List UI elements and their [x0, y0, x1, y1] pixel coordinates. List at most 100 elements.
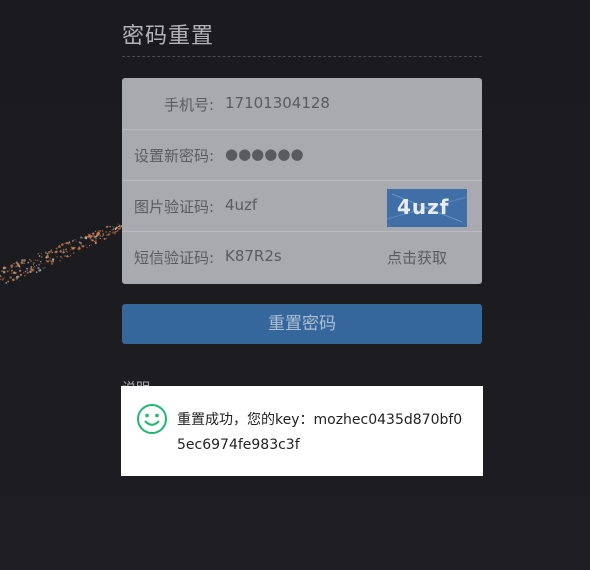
spark-particle: [19, 280, 21, 282]
spark-particle: [30, 260, 32, 262]
spark-particle: [101, 230, 104, 232]
success-toast: 重置成功，您的key：mozhec0435d870bf05ec6974fe983…: [121, 386, 483, 476]
sms-code-input[interactable]: K87R2s: [225, 247, 282, 265]
spark-particle: [36, 264, 38, 266]
spark-particle: [94, 241, 97, 244]
spark-particle: [109, 231, 111, 233]
spark-particle: [65, 248, 67, 251]
spark-particle: [22, 272, 25, 274]
new-password-input[interactable]: ●●●●●●: [225, 145, 304, 163]
spark-particle: [115, 226, 118, 229]
spark-particle: [94, 230, 97, 233]
spark-particle: [51, 251, 54, 254]
spark-particle: [41, 262, 43, 265]
spark-particle: [45, 262, 47, 264]
spark-particle: [23, 274, 26, 277]
spark-particle: [21, 259, 24, 262]
spark-particle: [86, 246, 88, 248]
smile-icon: [137, 404, 167, 434]
spark-particle: [65, 241, 68, 245]
image-captcha-row: 图片验证码: 4uzf 4uzf: [122, 180, 482, 232]
spark-particle: [12, 278, 15, 282]
spark-particle: [95, 235, 98, 238]
spark-particle: [61, 243, 64, 246]
new-password-label: 设置新密码:: [133, 147, 214, 165]
phone-input[interactable]: 17101304128: [225, 94, 330, 112]
spark-particle: [55, 247, 58, 250]
reset-form: 手机号: 17101304128 设置新密码: ●●●●●● 图片验证码: 4u…: [122, 78, 482, 284]
spark-particle: [56, 255, 58, 258]
spark-particle: [41, 253, 43, 255]
title-divider: [122, 56, 482, 57]
spark-particle: [40, 255, 43, 258]
spark-particle: [11, 269, 13, 272]
spark-particle: [46, 252, 49, 255]
sms-code-label: 短信验证码:: [133, 249, 214, 267]
spark-particle: [111, 229, 113, 231]
spark-particle: [64, 255, 66, 257]
spark-particle: [78, 247, 81, 250]
spark-particle: [60, 255, 62, 258]
spark-particle: [44, 266, 46, 269]
reset-password-button[interactable]: 重置密码: [122, 304, 482, 344]
image-captcha-label: 图片验证码:: [133, 198, 214, 216]
spark-particle: [89, 236, 92, 239]
spark-particle: [32, 267, 35, 269]
spark-particle: [49, 260, 52, 262]
spark-particle: [115, 231, 117, 233]
spark-particle: [37, 267, 40, 270]
spark-particle: [99, 234, 102, 237]
get-sms-code-button[interactable]: 点击获取: [387, 247, 447, 268]
spark-particle: [0, 278, 2, 281]
spark-particle: [68, 241, 71, 243]
spark-particle: [38, 263, 41, 266]
page-title: 密码重置: [122, 24, 215, 49]
spark-particle: [32, 264, 35, 266]
spark-particle: [5, 281, 8, 284]
image-captcha-input[interactable]: 4uzf: [225, 196, 257, 214]
spark-particle: [38, 255, 41, 257]
toast-message: 重置成功，您的key：mozhec0435d870bf05ec6974fe983…: [177, 412, 463, 453]
spark-particle: [23, 259, 26, 262]
spark-particle: [95, 238, 97, 240]
spark-particle: [97, 230, 100, 233]
captcha-image[interactable]: 4uzf: [387, 189, 467, 227]
sms-code-row: 短信验证码: K87R2s 点击获取: [122, 231, 482, 282]
spark-particle: [20, 261, 23, 265]
spark-particle: [105, 225, 109, 228]
spark-particle: [18, 275, 20, 278]
spark-particle: [48, 259, 50, 261]
spark-particle: [97, 234, 99, 236]
spark-particle: [34, 266, 36, 268]
spark-particle: [62, 248, 65, 251]
spark-particle: [59, 245, 61, 247]
spark-particle: [113, 226, 115, 228]
spark-particle: [26, 269, 29, 271]
phone-label: 手机号:: [163, 96, 214, 114]
spark-particle: [94, 240, 96, 243]
spark-particle: [81, 245, 83, 247]
spark-particle: [64, 242, 66, 245]
spark-particle: [50, 250, 52, 253]
spark-particle: [32, 270, 34, 272]
spark-particle: [74, 238, 76, 241]
spark-particle: [18, 264, 20, 266]
spark-particle: [37, 252, 40, 255]
spark-particle: [19, 270, 21, 272]
spark-particle: [52, 261, 55, 263]
spark-particle: [51, 261, 53, 263]
spark-particle: [45, 256, 48, 259]
spark-particle: [85, 244, 87, 246]
spark-particle: [90, 244, 93, 246]
spark-particle: [69, 254, 72, 257]
spark-particle: [102, 234, 105, 236]
spark-particle: [26, 267, 28, 270]
spark-particle: [45, 259, 48, 262]
spark-particle: [106, 234, 108, 236]
spark-particle: [72, 252, 75, 254]
captcha-text: 4uzf: [397, 195, 450, 219]
spark-particle: [78, 241, 81, 244]
spark-particle: [80, 237, 82, 240]
spark-particle: [59, 250, 62, 253]
spark-particle: [117, 223, 119, 225]
